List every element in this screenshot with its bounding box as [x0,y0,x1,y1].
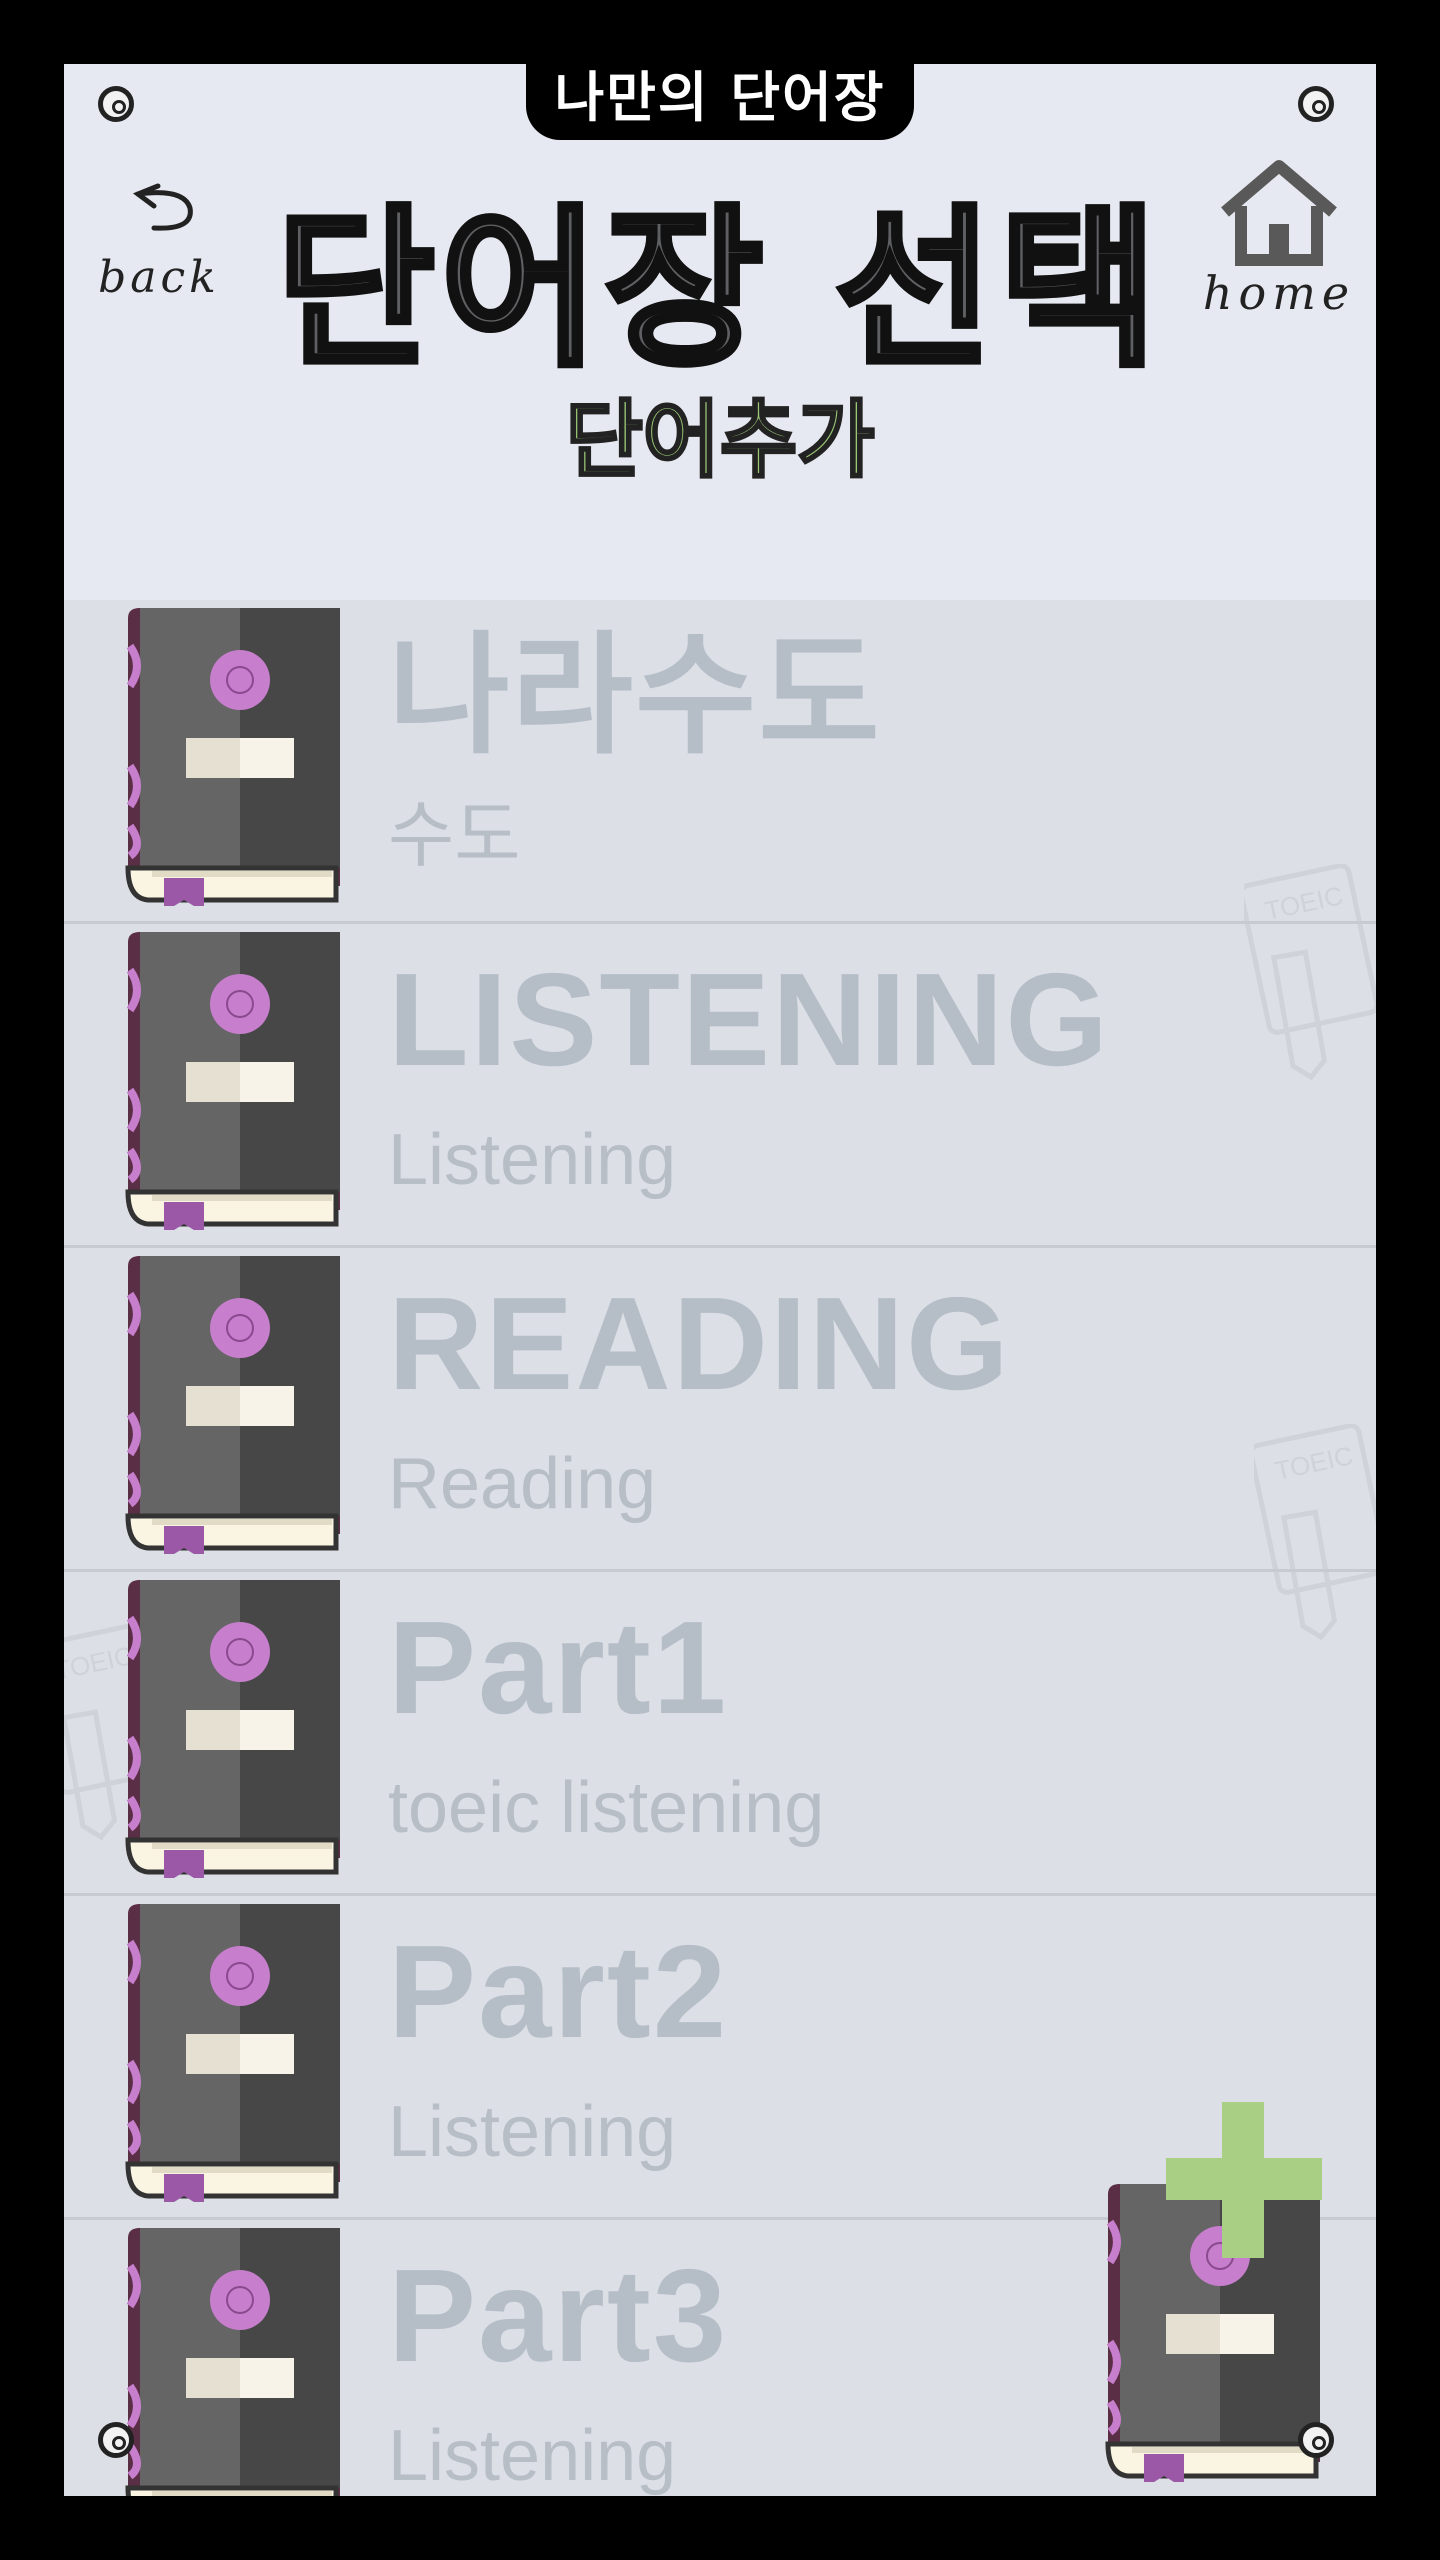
wordbook-subtitle: Listening [388,2416,677,2496]
wordbook-subtitle: Listening [388,1120,677,1200]
add-book-icon [1098,2102,1322,2496]
wordbook-subtitle: Listening [388,2092,677,2172]
wordbook-title: Part2 [388,1918,729,2065]
book-icon [118,1902,340,2202]
wordbook-subtitle: toeic listening [388,1768,825,1848]
wordbook-item[interactable]: Part1 toeic listening [64,1572,1376,1896]
book-icon [118,930,340,1230]
wordbook-subtitle: Reading [388,1444,657,1524]
book-icon [118,1254,340,1554]
wordbook-title: READING [388,1270,1011,1417]
book-icon [118,2226,340,2496]
wordbook-item[interactable]: 나라수도 수도 [64,600,1376,924]
screw-decoration [98,2422,134,2458]
screw-decoration [1298,2422,1334,2458]
add-wordbook-button[interactable] [1098,2102,1376,2496]
screw-decoration [1298,86,1334,122]
add-word-link[interactable]: 단어추가 [64,397,1376,484]
wordbook-title: LISTENING [388,946,1111,1093]
screw-decoration [98,86,134,122]
book-icon [118,1578,340,1878]
page-title: 단어장 선택 [273,189,1164,390]
wordbook-title: 나라수도 [388,622,882,769]
wordbook-subtitle: 수도 [388,796,521,876]
wordbook-item[interactable]: READING Reading [64,1248,1376,1572]
book-icon [118,606,340,906]
wordbook-item[interactable]: LISTENING Listening [64,924,1376,1248]
app-tab: 나만의 단어장 [526,64,914,140]
wordbook-title: Part3 [388,2242,729,2389]
app-panel: 나만의 단어장 back home 단어장 선택 단어추가 나라수도 수도 LI… [64,64,1376,2496]
wordbook-title: Part1 [388,1594,729,1741]
header: 나만의 단어장 back home 단어장 선택 단어추가 [64,64,1376,600]
